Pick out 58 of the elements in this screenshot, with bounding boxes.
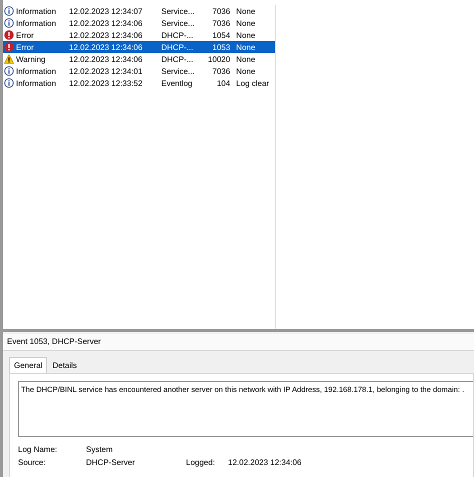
table-cell-text: 7036	[211, 18, 232, 28]
warning-icon	[4, 54, 14, 64]
table-cell-text: Eventlog	[161, 78, 194, 88]
field-value: 12.02.2023 12:34:06	[228, 458, 302, 468]
field-value: DHCP-Server	[86, 458, 136, 468]
table-cell: Information	[16, 66, 56, 76]
table-cell-text: None	[236, 66, 256, 76]
table-cell-text: 12.02.2023 12:34:06	[69, 54, 144, 64]
table-cell-text: 12.02.2023 12:33:52	[69, 78, 144, 88]
field-label: Logged:	[186, 458, 216, 468]
info-icon	[4, 78, 14, 88]
info-icon	[4, 18, 14, 28]
event-row[interactable]: Information 12.02.2023 12:34:01 Service... 7036 None	[3, 65, 275, 77]
table-cell-text: 12.02.2023 12:34:06	[69, 42, 144, 52]
error-icon	[4, 30, 14, 40]
table-cell: Warning	[16, 54, 46, 64]
table-cell-text: None	[236, 18, 256, 28]
table-cell-text: None	[236, 30, 256, 40]
table-cell-text: Service...	[161, 18, 196, 28]
table-cell-text: 12.02.2023 12:34:06	[69, 18, 144, 28]
table-cell-text: Service...	[161, 66, 196, 76]
event-row[interactable]: Information 12.02.2023 12:34:06 Service... 7036 None	[3, 17, 275, 29]
table-cell-text: DHCP-...	[161, 42, 194, 52]
table-cell-text: 10020	[206, 54, 232, 64]
table-cell: Error	[16, 42, 34, 52]
event-row[interactable]: Information 12.02.2023 12:33:52 Eventlog 104 Log clear	[3, 77, 275, 89]
table-cell-text: 1053	[211, 42, 232, 52]
table-cell: Information	[16, 18, 56, 28]
table-cell-text: Service...	[161, 6, 196, 16]
table-cell-text: None	[236, 6, 256, 16]
table-cell-text: 12.02.2023 12:34:07	[69, 6, 144, 16]
table-cell-text: None	[236, 54, 256, 64]
event-row[interactable]: Warning 12.02.2023 12:34:06 DHCP-... 10020 None	[3, 53, 275, 65]
table-cell-text: 7036	[211, 66, 232, 76]
table-cell-text: 7036	[211, 6, 232, 16]
table-cell-text: 12.02.2023 12:34:06	[69, 30, 144, 40]
field-label: Source:	[18, 458, 47, 468]
table-cell: Error	[16, 30, 34, 40]
info-icon	[4, 66, 14, 76]
table-cell-text: 1054	[211, 30, 232, 40]
info-icon	[4, 6, 14, 16]
tab[interactable]: Details	[47, 358, 82, 373]
table-cell: Information	[16, 78, 56, 88]
table-cell-text: 12.02.2023 12:34:01	[69, 66, 144, 76]
table-cell-text: 104	[216, 78, 232, 88]
table-cell-text: DHCP-...	[161, 54, 194, 64]
tab[interactable]: General	[9, 357, 48, 373]
table-cell: Information	[16, 6, 56, 16]
field-label: Log Name:	[18, 445, 58, 455]
panel-title: Event 1053, DHCP-Server	[3, 334, 474, 351]
event-row[interactable]: Information 12.02.2023 12:34:07 Service... 7036 None	[3, 5, 275, 17]
field-value: System	[86, 445, 114, 455]
error-icon	[4, 42, 14, 52]
table-cell-text: None	[236, 42, 256, 52]
event-row[interactable]: Error 12.02.2023 12:34:06 DHCP-... 1054 None	[3, 29, 275, 41]
event-row[interactable]: Error 12.02.2023 12:34:06 DHCP-... 1053 None	[3, 41, 275, 53]
table-cell-text: Log clear	[236, 78, 270, 88]
table-cell-text: DHCP-...	[161, 30, 194, 40]
